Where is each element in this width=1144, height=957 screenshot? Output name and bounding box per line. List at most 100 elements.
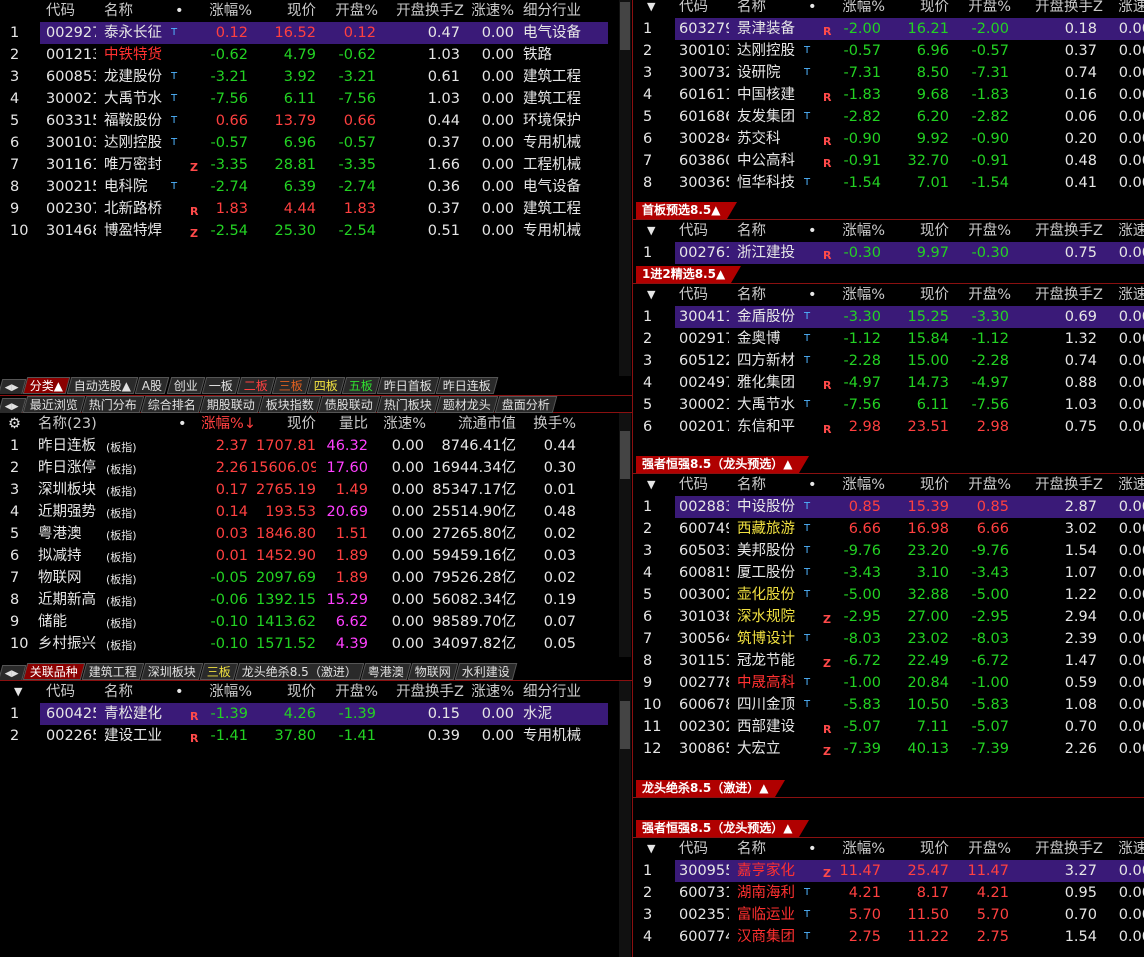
tab-10[interactable]: 昨日连板 <box>435 377 498 394</box>
tab-7[interactable]: 题材龙头 <box>435 396 499 413</box>
table-row[interactable]: 1 002883 中设股份 0.85 15.39 0.85 2.87 0.00 T <box>643 496 1144 518</box>
tab-6[interactable]: 三板 <box>271 377 310 394</box>
tab-5[interactable]: 粤港澳 <box>360 663 412 680</box>
tab-7[interactable]: 水利建设 <box>454 663 518 680</box>
table-row[interactable]: 4 600815 厦工股份 -3.43 3.10 -3.43 1.07 0.00 T <box>633 562 1144 584</box>
table-row[interactable]: 10 乡村振兴 (板指) -0.10 1571.52 4.39 0.00 34097.82亿 0… <box>0 633 620 655</box>
table-row[interactable]: 7 物联网 (板指) -0.05 2097.69 1.89 0.00 79526.28亿 0.0… <box>0 567 620 589</box>
table-row[interactable]: 10 301468 博盈特焊 Z -2.54 25.30 -2.54 0.51 0.00 专用机械 <box>0 220 620 242</box>
group-title[interactable]: 首板预选8.5▲ <box>636 202 736 219</box>
column-sort-dot[interactable]: • <box>175 0 185 22</box>
column-sort-dot[interactable]: • <box>808 474 818 496</box>
scrollbar[interactable] <box>619 681 631 957</box>
tab-3[interactable]: 期股联动 <box>199 396 263 413</box>
table-row[interactable]: 6301038深水规院Z-2.9527.00-2.952.940.00 <box>633 606 1144 628</box>
table-row[interactable]: 7 301161 唯万密封 Z -3.35 28.81 -3.35 1.66 0.00 工程机械 <box>0 154 620 176</box>
tab-2[interactable]: 综合排名 <box>140 396 204 413</box>
table-row[interactable]: 4 600774 汉商集团 2.75 11.22 2.75 1.54 0.00 T <box>633 926 1144 948</box>
table-row[interactable]: 2 002265 建设工业 R -1.41 37.80 -1.41 0.39 0.00 专用机械 <box>0 725 620 747</box>
tab-6[interactable]: 物联网 <box>407 663 459 680</box>
table-row[interactable]: 7 300564 筑博设计 -8.03 23.02 -8.03 2.39 0.00 T <box>633 628 1144 650</box>
table-row[interactable]: 11002302西部建设R-5.077.11-5.070.700.00 <box>633 716 1144 738</box>
tab-2[interactable]: 深圳板块 <box>140 663 204 680</box>
tab-7[interactable]: 四板 <box>306 377 345 394</box>
table-row[interactable]: 2 昨日涨停 (板指) 2.26 15606.09 17.60 0.00 16944.34亿 0… <box>0 457 620 479</box>
expand-arrow-icon[interactable]: ▼ <box>647 284 661 306</box>
column-sort-dot[interactable]: • <box>175 681 185 703</box>
table-row[interactable]: 2 600731 湖南海利 4.21 8.17 4.21 0.95 0.00 T <box>633 882 1144 904</box>
table-row[interactable]: 4 300021 大禹节水 T -7.56 6.11 -7.56 1.03 0.00 建筑工程 <box>0 88 620 110</box>
group-title[interactable]: 强者恒强8.5（龙头预选）▲ <box>636 456 808 473</box>
table-row[interactable]: 1 002927 泰永长征 T 0.12 16.52 0.12 0.47 0.00 电气设备 <box>10 22 608 44</box>
table-row[interactable]: 8 300215 电科院 T -2.74 6.39 -2.74 0.36 0.00 电气设备 <box>0 176 620 198</box>
tab-4[interactable]: 龙头绝杀8.5（激进） <box>234 663 365 680</box>
group-title[interactable]: 龙头绝杀8.5（激进）▲ <box>636 780 784 797</box>
table-row[interactable]: 3 605122 四方新材 -2.28 15.00 -2.28 0.74 0.00 T <box>633 350 1144 372</box>
table-row[interactable]: 1002761浙江建投R-0.309.97-0.300.750.00 <box>643 242 1144 264</box>
table-row[interactable]: 4601611中国核建R-1.839.68-1.830.160.00 <box>633 84 1144 106</box>
tab-0[interactable]: 最近浏览 <box>22 396 86 413</box>
table-row[interactable]: 8 300365 恒华科技 -1.54 7.01 -1.54 0.41 0.00 T <box>633 172 1144 194</box>
table-row[interactable]: 3 600853 龙建股份 T -3.21 3.92 -3.21 0.61 0.00 建筑工程 <box>0 66 620 88</box>
group-title[interactable]: 强者恒强8.5（龙头预选）▲ <box>636 820 808 837</box>
table-row[interactable]: 4 近期强势 (板指) 0.14 193.53 20.69 0.00 25514.90亿 0.4… <box>0 501 620 523</box>
gear-icon[interactable]: ⚙ <box>8 413 24 435</box>
table-row[interactable]: 10 600678 四川金顶 -5.83 10.50 -5.83 1.08 0.00 T <box>633 694 1144 716</box>
table-row[interactable]: 7603860中公高科R-0.9132.70-0.910.480.00 <box>633 150 1144 172</box>
tab-0[interactable]: 分类▲ <box>22 377 71 394</box>
tab-6[interactable]: 热门板块 <box>376 396 440 413</box>
expand-arrow-icon[interactable]: ▼ <box>647 474 661 496</box>
column-sort-dot[interactable]: • <box>808 838 818 860</box>
tab-8[interactable]: 五板 <box>341 377 380 394</box>
tab-3[interactable]: 创业 <box>166 377 205 394</box>
column-sort-dot[interactable]: • <box>808 284 818 306</box>
table-row[interactable]: 4002497雅化集团R-4.9714.73-4.970.880.00 <box>633 372 1144 394</box>
tab-3[interactable]: 三板 <box>199 663 239 680</box>
table-row[interactable]: 1603279景津装备R-2.0016.21-2.000.180.00 <box>643 18 1144 40</box>
table-row[interactable]: 2 002917 金奥博 -1.12 15.84 -1.12 1.32 0.00 T <box>633 328 1144 350</box>
tab-8[interactable]: 盘面分析 <box>494 396 558 413</box>
table-row[interactable]: 6 拟减持 (板指) 0.01 1452.90 1.89 0.00 59459.16亿 0.03 <box>0 545 620 567</box>
table-row[interactable]: 3 605033 美邦股份 -9.76 23.20 -9.76 1.54 0.00 T <box>633 540 1144 562</box>
table-row[interactable]: 6002017东信和平R2.9823.512.980.750.00 <box>633 416 1144 438</box>
tab-0[interactable]: 关联品种 <box>22 663 86 680</box>
tab-1[interactable]: 自动选股▲ <box>66 377 139 394</box>
expand-arrow-icon[interactable]: ▼ <box>14 681 28 703</box>
tab-4[interactable]: 板块指数 <box>258 396 322 413</box>
column-sort-dot[interactable]: • <box>808 220 818 242</box>
table-row[interactable]: 8301151冠龙节能Z-6.7222.49-6.721.470.00 <box>633 650 1144 672</box>
tab-1[interactable]: 建筑工程 <box>81 663 145 680</box>
table-row[interactable]: 3 300732 设研院 -7.31 8.50 -7.31 0.74 0.00 T <box>633 62 1144 84</box>
tab-9[interactable]: 昨日首板 <box>376 377 439 394</box>
column-sort-dot[interactable]: • <box>808 0 818 18</box>
table-row[interactable]: 9 002778 中晟高科 -1.00 20.84 -1.00 0.59 0.00 T <box>633 672 1144 694</box>
tab-1[interactable]: 热门分布 <box>81 396 145 413</box>
table-row[interactable]: 8 近期新高 (板指) -0.06 1392.15 15.29 0.00 56082.34亿 0… <box>0 589 620 611</box>
table-row[interactable]: 5 粤港澳 (板指) 0.03 1846.80 1.51 0.00 27265.80亿 0.02 <box>0 523 620 545</box>
tab-5[interactable]: 债股联动 <box>317 396 381 413</box>
table-row[interactable]: 5 601686 友发集团 -2.82 6.20 -2.82 0.06 0.00 T <box>633 106 1144 128</box>
expand-arrow-icon[interactable]: ▼ <box>647 0 661 18</box>
table-row[interactable]: 5 003002 壶化股份 -5.00 32.88 -5.00 1.22 0.00 T <box>633 584 1144 606</box>
table-row[interactable]: 9 002307 北新路桥 R 1.83 4.44 1.83 0.37 0.00 建筑工程 <box>0 198 620 220</box>
tab-2[interactable]: A股 <box>135 377 170 394</box>
table-row[interactable]: 2 600749 西藏旅游 6.66 16.98 6.66 3.02 0.00 T <box>633 518 1144 540</box>
table-row[interactable]: 3 002357 富临运业 5.70 11.50 5.70 0.70 0.00 T <box>633 904 1144 926</box>
expand-arrow-icon[interactable]: ▼ <box>647 838 661 860</box>
table-row[interactable]: 6 300103 达刚控股 T -0.57 6.96 -0.57 0.37 0.00 专用机械 <box>0 132 620 154</box>
table-row[interactable]: 1 300411 金盾股份 -3.30 15.25 -3.30 0.69 0.00 T <box>643 306 1144 328</box>
tab-5[interactable]: 二板 <box>236 377 275 394</box>
table-row[interactable]: 1 昨日连板 (板指) 2.37 1707.81 46.32 0.00 8746.41亿 0.4… <box>0 435 620 457</box>
table-row[interactable]: 9 储能 (板指) -0.10 1413.62 6.62 0.00 98589.70亿 0.07 <box>0 611 620 633</box>
column-sort-dot[interactable]: • <box>178 413 188 435</box>
table-row[interactable]: 6300284苏交科R-0.909.92-0.900.200.00 <box>633 128 1144 150</box>
tab-4[interactable]: 一板 <box>201 377 240 394</box>
expand-arrow-icon[interactable]: ▼ <box>647 220 661 242</box>
table-row[interactable]: 5 300021 大禹节水 -7.56 6.11 -7.56 1.03 0.00 T <box>633 394 1144 416</box>
table-row[interactable]: 3 深圳板块 (板指) 0.17 2765.19 1.49 0.00 85347.17亿 0.0… <box>0 479 620 501</box>
scrollbar[interactable] <box>619 413 631 657</box>
table-row[interactable]: 1 600425 青松建化 R -1.39 4.26 -1.39 0.15 0.00 水泥 <box>10 703 608 725</box>
table-row[interactable]: 12300865大宏立Z-7.3940.13-7.392.260.00 <box>633 738 1144 760</box>
table-row[interactable]: 2 300103 达刚控股 -0.57 6.96 -0.57 0.37 0.00 T <box>633 40 1144 62</box>
group-title[interactable]: 1进2精选8.5▲ <box>636 266 742 283</box>
